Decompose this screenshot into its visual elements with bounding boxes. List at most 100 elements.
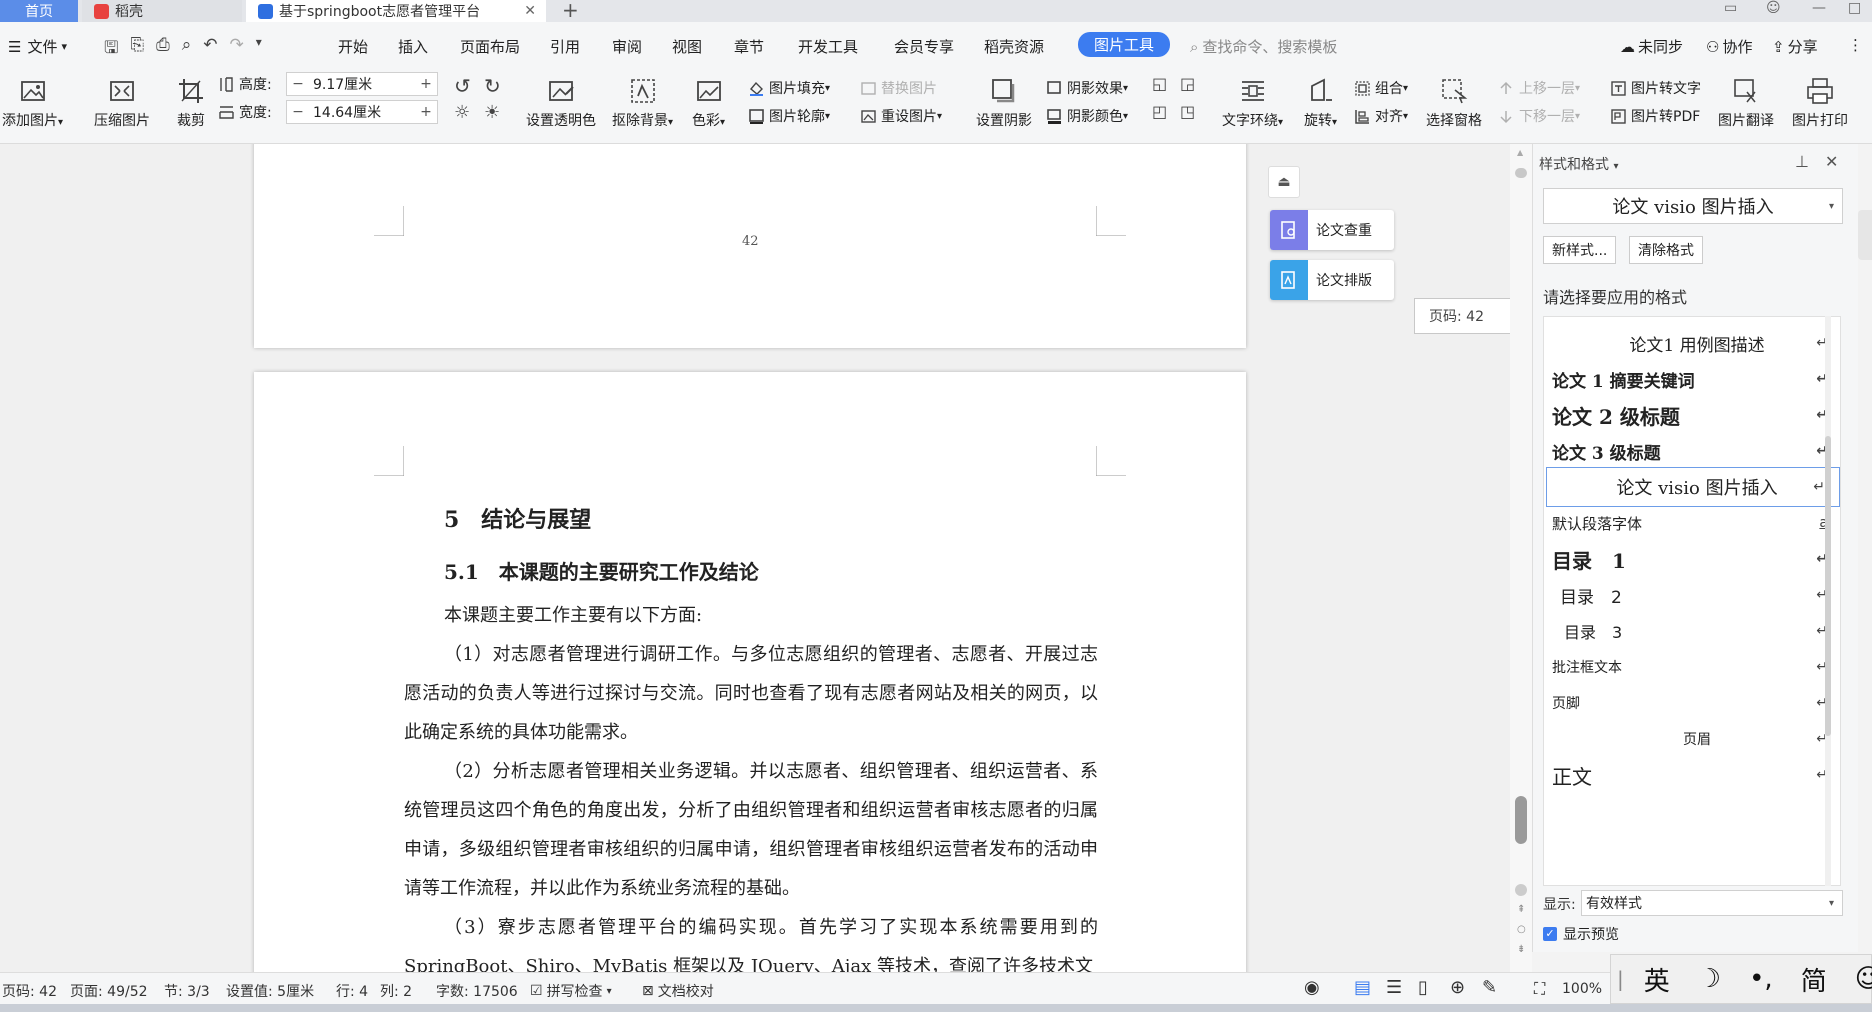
reset-image-button[interactable]: 重设图片 ▾ bbox=[860, 106, 942, 126]
export-pdf-icon[interactable]: ⎘ bbox=[130, 35, 144, 64]
panel-title[interactable]: 样式和格式 ▾ bbox=[1539, 154, 1618, 174]
shadow-color-button[interactable]: 阴影颜色 ▾ bbox=[1046, 106, 1128, 126]
align-button[interactable]: 对齐 ▾ bbox=[1354, 106, 1408, 126]
set-shadow-button[interactable]: 设置阴影 bbox=[976, 76, 1032, 130]
outline-view-icon[interactable]: ☰ bbox=[1386, 977, 1402, 998]
add-image-button[interactable]: 添加图片▾ bbox=[2, 76, 63, 130]
save-icon[interactable]: 🖫 bbox=[104, 35, 118, 64]
height-stepper[interactable]: − 9.17厘米 + bbox=[286, 72, 438, 96]
shadow-effect-button[interactable]: 阴影效果 ▾ bbox=[1046, 78, 1128, 98]
menu-page-layout[interactable]: 页面布局 bbox=[460, 36, 520, 57]
width-stepper[interactable]: − 14.64厘米 + bbox=[286, 100, 438, 124]
collaborate-button[interactable]: ⚇ 协作 bbox=[1706, 36, 1752, 57]
shadow-right-icon[interactable]: ◳ bbox=[1180, 102, 1195, 121]
menu-insert[interactable]: 插入 bbox=[398, 36, 428, 57]
print-icon[interactable]: ⎙ bbox=[156, 35, 170, 64]
style-item-usecase-desc[interactable]: 论文1 用例图描述 ↵ bbox=[1544, 323, 1842, 363]
compress-image-button[interactable]: 压缩图片 bbox=[94, 76, 150, 130]
show-filter-select[interactable]: 有效样式 ▾ bbox=[1581, 890, 1843, 916]
fit-page-icon[interactable]: ⛶ bbox=[1534, 979, 1545, 999]
status-row[interactable]: 行: 4 bbox=[336, 981, 368, 1001]
current-style-select[interactable]: 论文 visio 图片插入 ▾ bbox=[1543, 188, 1843, 224]
more-icon[interactable]: ⋮ bbox=[1848, 36, 1863, 54]
replace-image-button[interactable]: 替换图片 bbox=[860, 78, 937, 98]
image-to-pdf-button[interactable]: 图片转PDF bbox=[1610, 106, 1700, 126]
height-decrease-button[interactable]: − bbox=[287, 76, 309, 92]
menu-daoke-resources[interactable]: 稻壳资源 bbox=[984, 36, 1044, 57]
ime-lang-toggle[interactable]: 英 bbox=[1644, 961, 1670, 998]
style-item-header[interactable]: 页眉 ↵ bbox=[1544, 719, 1842, 759]
next-page-icon[interactable]: ⇟ bbox=[1517, 944, 1525, 955]
menu-picture-tools[interactable]: 图片工具 bbox=[1078, 32, 1171, 57]
maximize-icon[interactable]: □ bbox=[1848, 0, 1861, 16]
web-view-icon[interactable]: ⊕ bbox=[1450, 977, 1465, 998]
new-style-button[interactable]: 新样式... bbox=[1543, 236, 1617, 264]
ime-emoji-icon[interactable]: ☺ bbox=[1855, 964, 1872, 994]
height-increase-button[interactable]: + bbox=[415, 76, 437, 92]
share-button[interactable]: ⇪ 分享 bbox=[1772, 36, 1818, 57]
pin-icon[interactable]: ⊥ bbox=[1795, 152, 1809, 171]
status-setting[interactable]: 设置值: 5厘米 bbox=[226, 981, 314, 1001]
new-tab-icon[interactable]: + bbox=[562, 0, 579, 20]
color-button[interactable]: 色彩▾ bbox=[692, 76, 725, 130]
reading-view-icon[interactable]: ▯ bbox=[1418, 977, 1428, 998]
sync-status[interactable]: ☁ 未同步 bbox=[1620, 36, 1683, 57]
move-up-button[interactable]: 上移一层 ▾ bbox=[1498, 78, 1580, 98]
shadow-up-icon[interactable]: ◱ bbox=[1152, 74, 1167, 93]
menu-section[interactable]: 章节 bbox=[734, 36, 764, 57]
select-pane-button[interactable]: 选择窗格 bbox=[1426, 76, 1482, 130]
show-preview-checkbox[interactable]: ✓ 显示预览 bbox=[1543, 924, 1619, 944]
eye-protection-icon[interactable]: ◉ bbox=[1304, 977, 1320, 998]
brightness-down-icon[interactable]: ☀ bbox=[484, 102, 500, 123]
collapse-panel-icon[interactable]: ⏏ bbox=[1268, 166, 1300, 198]
menu-start[interactable]: 开始 bbox=[338, 36, 368, 57]
shadow-down-icon[interactable]: ◲ bbox=[1180, 74, 1195, 93]
ime-simplified-toggle[interactable]: 简 bbox=[1801, 961, 1827, 998]
style-item-abstract-keywords[interactable]: 论文 1 摘要关键词 ↵ bbox=[1544, 359, 1842, 399]
minimize-icon[interactable]: — bbox=[1812, 0, 1826, 16]
text-wrap-button[interactable]: 文字环绕▾ bbox=[1222, 76, 1283, 130]
rotate-button[interactable]: 旋转▾ bbox=[1304, 76, 1337, 130]
status-page[interactable]: 页码: 42 bbox=[2, 981, 57, 1001]
style-item-default-font[interactable]: 默认段落字体 a bbox=[1544, 503, 1842, 543]
redo-icon[interactable]: ↷ bbox=[229, 35, 243, 64]
shadow-left-icon[interactable]: ◰ bbox=[1152, 102, 1167, 121]
ime-punctuation-icon[interactable]: •, bbox=[1749, 964, 1773, 994]
image-outline-button[interactable]: 图片轮廓 ▾ bbox=[748, 106, 830, 126]
width-decrease-button[interactable]: − bbox=[287, 104, 309, 120]
scroll-up-icon[interactable]: ▲ bbox=[1517, 148, 1523, 157]
menu-view[interactable]: 视图 bbox=[672, 36, 702, 57]
image-translate-button[interactable]: 图片翻译 bbox=[1718, 76, 1774, 130]
select-browse-icon[interactable]: ○ bbox=[1517, 924, 1526, 935]
command-search[interactable]: ⌕ 查找命令、搜索模板 bbox=[1190, 36, 1337, 57]
document-canvas[interactable]: 42 5 结论与展望 5.1 本课题的主要研究工作及结论 本课题主要工作主要有以… bbox=[0, 144, 1510, 972]
undo-icon[interactable]: ↶ bbox=[203, 35, 217, 64]
group-button[interactable]: 组合 ▾ bbox=[1354, 78, 1408, 98]
style-item-toc1[interactable]: 目录 1 ↵ bbox=[1544, 539, 1842, 579]
menu-member[interactable]: 会员专享 bbox=[894, 36, 954, 57]
brightness-up-icon[interactable]: ☼ bbox=[454, 102, 470, 123]
remove-background-button[interactable]: 抠除背景▾ bbox=[612, 76, 673, 130]
page-view-icon[interactable]: ▤ bbox=[1354, 977, 1371, 998]
window-layout-icon[interactable]: ▭ bbox=[1724, 0, 1737, 16]
style-item-toc3[interactable]: 目录 3 ↵ bbox=[1544, 611, 1842, 651]
clear-format-button[interactable]: 清除格式 bbox=[1629, 236, 1703, 264]
tab-document[interactable]: 基于springboot志愿者管理平台 ✕ bbox=[246, 0, 546, 22]
status-pages[interactable]: 页面: 49/52 bbox=[70, 981, 148, 1001]
prev-page-icon[interactable]: ⇞ bbox=[1517, 904, 1525, 915]
paper-layout-button[interactable]: 论文排版 bbox=[1270, 260, 1394, 300]
image-print-button[interactable]: 图片打印 bbox=[1792, 76, 1848, 130]
status-section[interactable]: 节: 3/3 bbox=[164, 981, 210, 1001]
scroll-thumb[interactable] bbox=[1515, 796, 1527, 844]
crop-button[interactable]: 裁剪 bbox=[176, 76, 206, 130]
style-item-toc2[interactable]: 目录 2 ↵ bbox=[1544, 575, 1842, 615]
width-increase-button[interactable]: + bbox=[415, 104, 437, 120]
style-list-scrollbar[interactable] bbox=[1825, 316, 1831, 886]
side-panel-tab[interactable] bbox=[1858, 210, 1872, 260]
menu-references[interactable]: 引用 bbox=[550, 36, 580, 57]
tab-daoke[interactable]: 稻壳 bbox=[82, 0, 242, 22]
close-tab-icon[interactable]: ✕ bbox=[524, 3, 536, 19]
tab-home[interactable]: 首页 bbox=[0, 0, 78, 22]
status-col[interactable]: 列: 2 bbox=[380, 981, 412, 1001]
paper-check-button[interactable]: 论文查重 bbox=[1270, 210, 1394, 250]
